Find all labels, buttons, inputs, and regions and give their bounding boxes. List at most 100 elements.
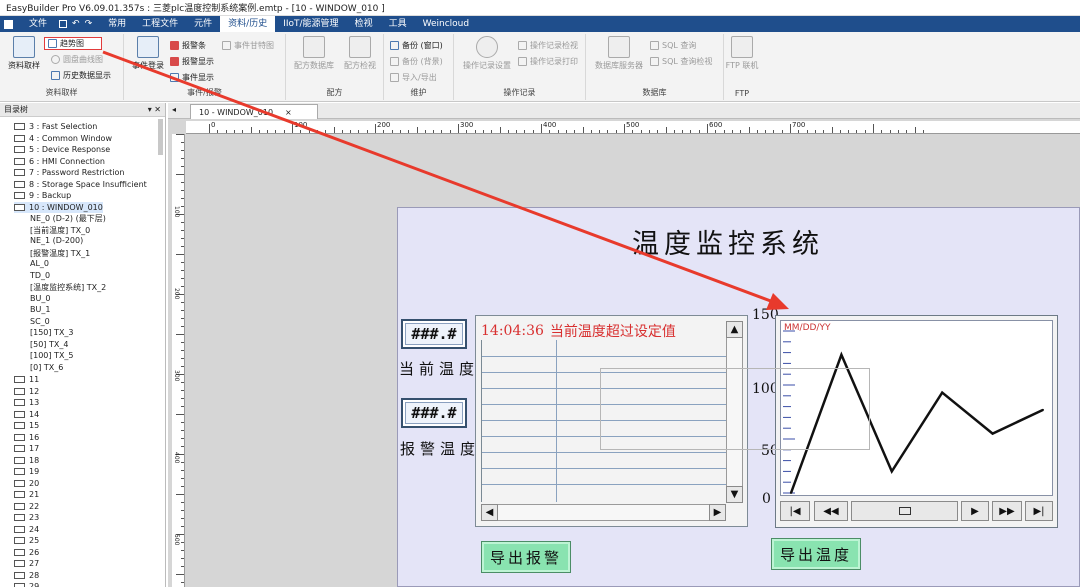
recipe-database-button[interactable]: 配方数据库 — [290, 36, 338, 71]
tree-window-item[interactable]: 20 — [14, 478, 39, 489]
tree-object-item[interactable]: AL_0 — [30, 259, 49, 268]
trend-prev-page-button[interactable]: ◀◀ — [814, 501, 848, 521]
page-title[interactable]: 温度监控系统 — [632, 222, 824, 261]
trend-scroll-thumb[interactable] — [851, 501, 958, 521]
tree-object-item[interactable]: SC_0 — [30, 317, 50, 326]
tab-close-icon[interactable]: × — [285, 108, 292, 117]
menu-iiot[interactable]: IIoT/能源管理 — [275, 16, 346, 32]
tree-window-item[interactable]: 4 : Common Window — [14, 133, 112, 144]
event-log-button[interactable]: 事件登录 — [128, 36, 168, 71]
current-temp-numeric-display[interactable]: ###.# — [401, 319, 467, 349]
tree-window-item[interactable]: 15 — [14, 420, 39, 431]
menu-file[interactable]: 文件 — [21, 16, 55, 32]
undo-icon[interactable]: ↶ — [72, 19, 80, 29]
tree-window-item[interactable]: 16 — [14, 432, 39, 443]
tab-window-010[interactable]: 10 - WINDOW_010 × — [190, 104, 318, 119]
circle-trend-button[interactable]: 圆盘曲线图 — [51, 53, 103, 66]
tree-window-item[interactable]: 12 — [14, 386, 39, 397]
ruler-tick — [181, 326, 184, 327]
tree-window-item[interactable]: 5 : Device Response — [14, 144, 110, 155]
save-icon[interactable] — [59, 20, 68, 28]
ftp-connect-button[interactable]: FTP 联机 — [724, 36, 760, 71]
oplog-view-button[interactable]: 操作记录检视 — [518, 39, 578, 52]
alarm-temp-numeric-input[interactable]: ###.# — [401, 398, 467, 428]
recipe-view-button[interactable]: 配方检视 — [340, 36, 380, 71]
tree-window-item[interactable]: 10 : WINDOW_010 — [14, 201, 103, 213]
sql-query-button[interactable]: SQL 查询 — [650, 39, 696, 52]
redo-icon[interactable]: ↷ — [85, 19, 93, 29]
menu-project[interactable]: 工程文件 — [134, 16, 186, 32]
tree-window-item[interactable]: 24 — [14, 524, 39, 535]
menu-view[interactable]: 检视 — [347, 16, 381, 32]
tree-object-item[interactable]: [150] TX_3 — [30, 328, 74, 337]
tree-window-item[interactable]: 13 — [14, 397, 39, 408]
alarm-horizontal-scrollbar[interactable] — [481, 504, 726, 521]
tree-window-item[interactable]: 9 : Backup — [14, 190, 71, 201]
tree-window-item[interactable]: 25 — [14, 535, 39, 546]
tree-object-item[interactable]: BU_0 — [30, 294, 50, 303]
tree-window-item[interactable]: 6 : HMI Connection — [14, 156, 105, 167]
current-temp-label[interactable]: 当前温度 — [399, 358, 479, 379]
tree-window-item[interactable]: 28 — [14, 570, 39, 581]
scroll-right-icon[interactable]: ▶ — [709, 504, 726, 521]
scroll-down-icon[interactable]: ▼ — [726, 486, 743, 503]
data-sampling-button[interactable]: 资料取样 — [4, 36, 44, 71]
trend-first-button[interactable]: |◀ — [780, 501, 810, 521]
backup-window-button[interactable]: 备份 (窗口) — [390, 39, 443, 52]
alarm-temp-label[interactable]: 报警温度 — [400, 438, 480, 459]
tree-object-item[interactable]: [100] TX_5 — [30, 351, 74, 360]
export-temp-button[interactable]: 导出温度 — [771, 538, 861, 570]
tree-object-item[interactable]: [报警温度] TX_1 — [30, 248, 90, 259]
tree-window-item[interactable]: 19 — [14, 466, 39, 477]
alarm-bar-button[interactable]: 报警条 — [170, 39, 206, 52]
menu-data-history[interactable]: 资料/历史 — [220, 16, 276, 32]
trend-next-page-button[interactable]: ▶▶ — [992, 501, 1022, 521]
tree-object-item[interactable]: [50] TX_4 — [30, 340, 68, 349]
tab-scroll-left-icon[interactable]: ◂ — [172, 105, 176, 114]
tree-window-item[interactable]: 14 — [14, 409, 39, 420]
tree-window-item[interactable]: 3 : Fast Selection — [14, 121, 97, 132]
tree-window-item[interactable]: 21 — [14, 489, 39, 500]
panel-close-icon[interactable]: ✕ — [154, 105, 161, 114]
trend-next-button[interactable]: ▶ — [961, 501, 989, 521]
tree-window-item[interactable]: 29 — [14, 581, 39, 587]
tree-object-item[interactable]: NE_1 (D-200) — [30, 236, 83, 245]
panel-menu-icon[interactable]: ▾ — [148, 105, 152, 114]
tree-window-item[interactable]: 26 — [14, 547, 39, 558]
scroll-up-icon[interactable]: ▲ — [726, 321, 743, 338]
tree-object-item[interactable]: [温度监控系统] TX_2 — [30, 282, 106, 293]
tree-object-item[interactable]: [当前温度] TX_0 — [30, 225, 90, 236]
tree-window-item[interactable]: 8 : Storage Space Insufficient — [14, 179, 147, 190]
tree-window-item[interactable]: 23 — [14, 512, 39, 523]
trend-last-button[interactable]: ▶| — [1025, 501, 1053, 521]
database-server-button[interactable]: 数据库服务器 — [590, 36, 648, 71]
event-gantt-button[interactable]: 事件甘特图 — [222, 39, 274, 52]
tree-window-item[interactable]: 7 : Password Restriction — [14, 167, 124, 178]
backup-background-button[interactable]: 备份 (背景) — [390, 55, 443, 68]
scroll-left-icon[interactable]: ◀ — [481, 504, 498, 521]
tree-window-item[interactable]: 18 — [14, 455, 39, 466]
alarm-row[interactable]: 14:04:36 当前温度超过设定值 — [481, 321, 726, 340]
tree-object-item[interactable]: [0] TX_6 — [30, 363, 63, 372]
tree-object-item[interactable]: NE_0 (D-2) (最下层) — [30, 213, 106, 224]
sql-query-view-button[interactable]: SQL 查询检视 — [650, 55, 712, 68]
tree-window-item[interactable]: 22 — [14, 501, 39, 512]
event-display-button[interactable]: 事件显示 — [170, 71, 214, 84]
oplog-settings-button[interactable]: 操作记录设置 — [458, 36, 516, 71]
tree-window-item[interactable]: 11 — [14, 374, 39, 385]
menu-tools[interactable]: 工具 — [381, 16, 415, 32]
tree-window-item[interactable]: 27 — [14, 558, 39, 569]
export-alarm-button[interactable]: 导出报警 — [481, 541, 571, 573]
import-export-button[interactable]: 导入/导出 — [390, 71, 437, 84]
menu-objects[interactable]: 元件 — [186, 16, 220, 32]
trend-chart-button[interactable]: 趋势图 — [44, 37, 102, 50]
menu-weincloud[interactable]: Weincloud — [415, 16, 478, 32]
tree-object-item[interactable]: BU_1 — [30, 305, 50, 314]
tree-window-item[interactable]: 17 — [14, 443, 39, 454]
history-data-button[interactable]: 历史数据显示 — [51, 69, 111, 82]
alarm-display-button[interactable]: 报警显示 — [170, 55, 214, 68]
tree-object-item[interactable]: TD_0 — [30, 271, 50, 280]
panel-scrollbar[interactable] — [158, 119, 163, 155]
oplog-print-button[interactable]: 操作记录打印 — [518, 55, 578, 68]
menu-common[interactable]: 常用 — [100, 16, 134, 32]
